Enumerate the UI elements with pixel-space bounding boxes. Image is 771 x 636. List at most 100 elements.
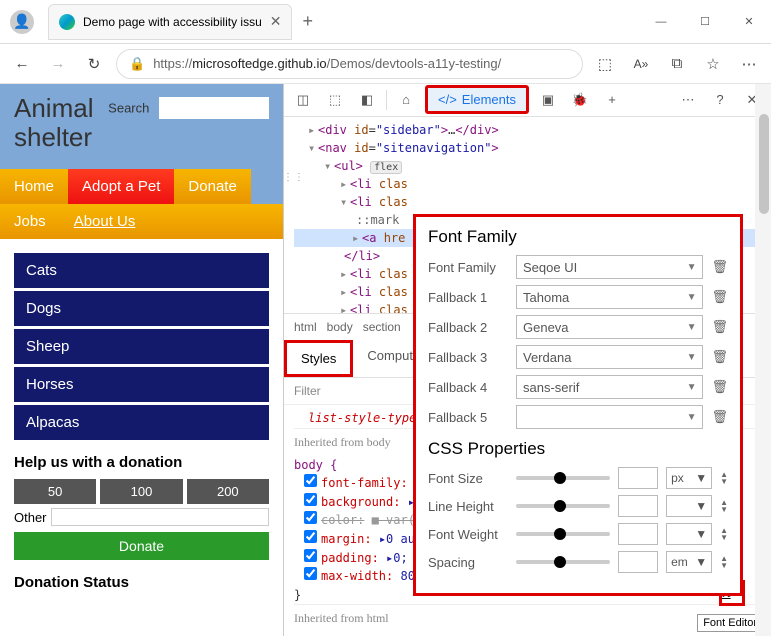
nav-donate[interactable]: Donate: [174, 169, 250, 204]
console-icon[interactable]: ▣: [535, 87, 561, 113]
nav-adopt[interactable]: Adopt a Pet: [68, 169, 174, 204]
menu-icon[interactable]: ⋯: [735, 50, 763, 78]
chevron-down-icon: ▼: [687, 292, 697, 303]
tab-elements[interactable]: </> Elements: [425, 85, 529, 114]
profile-icon[interactable]: 👤: [10, 10, 34, 34]
prop-value-input[interactable]: [618, 551, 658, 573]
font-select[interactable]: Geneva▼: [516, 315, 703, 339]
help-icon[interactable]: ?: [707, 87, 733, 113]
prop-unit-select[interactable]: em▼: [666, 551, 712, 573]
maximize-button[interactable]: ☐: [683, 0, 727, 44]
font-select[interactable]: Tahoma▼: [516, 285, 703, 309]
cb-color[interactable]: [304, 511, 317, 524]
cb-bg[interactable]: [304, 493, 317, 506]
font-select[interactable]: ▼: [516, 405, 703, 429]
delete-icon[interactable]: 🗑: [711, 409, 728, 425]
donate-50[interactable]: 50: [14, 479, 96, 504]
pane-resize-handle[interactable]: ⋮⋮: [283, 172, 305, 183]
donate-200[interactable]: 200: [187, 479, 269, 504]
cat-alpacas[interactable]: Alpacas: [14, 405, 269, 440]
prop-label: Font Size: [428, 471, 508, 486]
cb-margin[interactable]: [304, 530, 317, 543]
prop-slider[interactable]: [516, 504, 610, 508]
nav-home[interactable]: Home: [0, 169, 68, 204]
device-icon[interactable]: ⬚: [322, 87, 348, 113]
prop-stepper[interactable]: ▲▼: [720, 555, 728, 569]
cat-dogs[interactable]: Dogs: [14, 291, 269, 326]
prop-stepper[interactable]: ▲▼: [720, 499, 728, 513]
close-window-button[interactable]: ✕: [727, 0, 771, 44]
inspect-icon[interactable]: ◫: [290, 87, 316, 113]
other-amount-input[interactable]: [51, 508, 269, 526]
delete-icon[interactable]: 🗑: [711, 349, 728, 365]
delete-icon[interactable]: 🗑: [711, 289, 728, 305]
search-input[interactable]: [159, 97, 269, 119]
chevron-down-icon: ▼: [687, 412, 697, 423]
font-select[interactable]: Seqoe UI▼: [516, 255, 703, 279]
app-icon[interactable]: ⬚: [591, 50, 619, 78]
font-row-label: Fallback 3: [428, 350, 508, 365]
tab-elements-label: Elements: [462, 92, 516, 107]
prop-value-input[interactable]: [618, 523, 658, 545]
url-input[interactable]: 🔒 https://microsoftedge.github.io/Demos/…: [116, 49, 583, 79]
font-select[interactable]: sans-serif▼: [516, 375, 703, 399]
chevron-down-icon: ▼: [687, 352, 697, 363]
url-host: microsoftedge.github.io: [192, 56, 326, 71]
welcome-icon[interactable]: ⌂: [393, 87, 419, 113]
refresh-button[interactable]: ↻: [80, 50, 108, 78]
prop-value-input[interactable]: [618, 495, 658, 517]
delete-icon[interactable]: 🗑: [711, 259, 728, 275]
delete-icon[interactable]: 🗑: [711, 379, 728, 395]
delete-icon[interactable]: 🗑: [711, 319, 728, 335]
flex-badge[interactable]: flex: [370, 161, 402, 174]
address-bar: ← → ↻ 🔒 https://microsoftedge.github.io/…: [0, 44, 771, 84]
panel-icon[interactable]: ◧: [354, 87, 380, 113]
cb-pad[interactable]: [304, 549, 317, 562]
chevron-down-icon: ▼: [695, 499, 707, 513]
back-button[interactable]: ←: [8, 50, 36, 78]
cb-ff[interactable]: [304, 474, 317, 487]
css-prop-row: Font Weight ▼ ▲▼: [428, 523, 728, 545]
prop-slider[interactable]: [516, 560, 610, 564]
prop-unit-select[interactable]: ▼: [666, 495, 712, 517]
prop-value-input[interactable]: [618, 467, 658, 489]
issues-icon[interactable]: 🐞: [567, 87, 593, 113]
prop-stepper[interactable]: ▲▼: [720, 527, 728, 541]
cb-mw[interactable]: [304, 567, 317, 580]
inherited-label: Inherited from: [294, 435, 364, 449]
more-icon[interactable]: ⋯: [675, 87, 701, 113]
chevron-down-icon: ▼: [695, 471, 707, 485]
prop-unit-select[interactable]: px▼: [666, 467, 712, 489]
prop-slider[interactable]: [516, 532, 610, 536]
cat-cats[interactable]: Cats: [14, 253, 269, 288]
font-select[interactable]: Verdana▼: [516, 345, 703, 369]
chevron-down-icon: ▼: [687, 322, 697, 333]
crumb-section[interactable]: section: [363, 320, 401, 334]
tab-styles[interactable]: Styles: [284, 340, 353, 377]
nav-about[interactable]: About Us: [60, 204, 150, 239]
scrollbar-thumb[interactable]: [759, 114, 769, 214]
browser-tab[interactable]: Demo page with accessibility issu ✕: [48, 4, 292, 40]
nav-jobs[interactable]: Jobs: [0, 204, 60, 239]
read-aloud-icon[interactable]: A»: [627, 50, 655, 78]
collections-icon[interactable]: ⧉: [663, 50, 691, 78]
prop-stepper[interactable]: ▲▼: [720, 471, 728, 485]
cat-horses[interactable]: Horses: [14, 367, 269, 402]
tab-close-icon[interactable]: ✕: [270, 13, 282, 30]
crumb-body[interactable]: body: [327, 320, 353, 334]
prop-unit-select[interactable]: ▼: [666, 523, 712, 545]
css-properties-heading: CSS Properties: [428, 439, 728, 459]
more-tabs-icon[interactable]: +: [599, 87, 625, 113]
favorite-icon[interactable]: ☆: [699, 50, 727, 78]
donate-button[interactable]: Donate: [14, 532, 269, 560]
crumb-html[interactable]: html: [294, 320, 317, 334]
cat-sheep[interactable]: Sheep: [14, 329, 269, 364]
new-tab-button[interactable]: +: [292, 11, 323, 32]
prop-label: Spacing: [428, 555, 508, 570]
font-family-row: Fallback 3 Verdana▼ 🗑: [428, 345, 728, 369]
devtools-scrollbar[interactable]: [755, 84, 771, 636]
prop-slider[interactable]: [516, 476, 610, 480]
donate-100[interactable]: 100: [100, 479, 182, 504]
inherited-body: body: [367, 435, 391, 449]
minimize-button[interactable]: —: [639, 0, 683, 44]
